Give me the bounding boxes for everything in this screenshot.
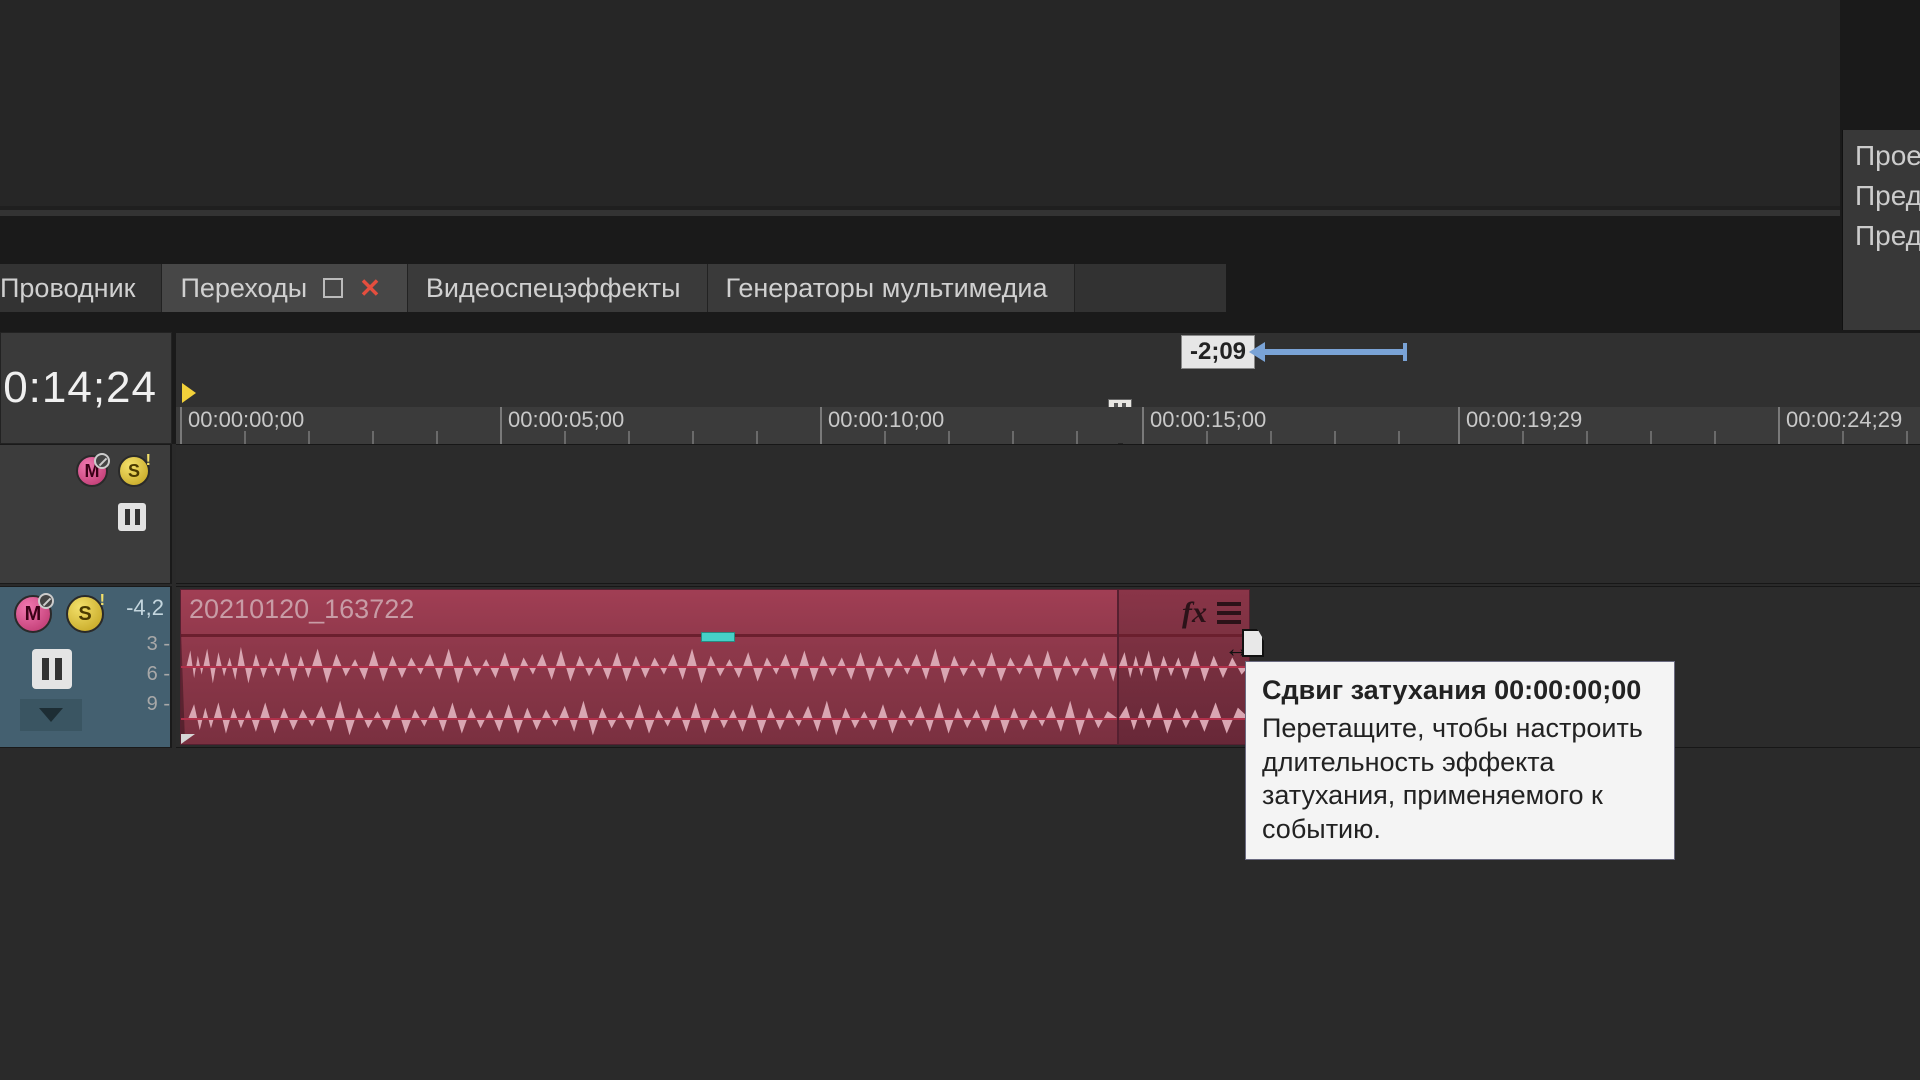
- ruler-tick: 00:00:15;00: [1142, 407, 1266, 445]
- ruler-minor-tick: [1650, 431, 1652, 445]
- ruler-minor-tick: [1076, 431, 1078, 445]
- expand-track-button[interactable]: [20, 699, 82, 731]
- tab-explorer[interactable]: Проводник: [0, 264, 162, 312]
- video-track-lane[interactable]: [176, 444, 1920, 584]
- clip-tools: fx: [1182, 596, 1241, 630]
- right-panel-line[interactable]: Прое: [1855, 136, 1920, 176]
- waveform-center-line: [181, 666, 1117, 668]
- ruler-minor-tick: [884, 431, 886, 445]
- tab-label: Генераторы мультимедиа: [726, 273, 1048, 304]
- tab-label: Проводник: [0, 273, 135, 304]
- loop-start-marker[interactable]: [182, 383, 196, 403]
- ruler-minor-tick: [308, 431, 310, 445]
- ruler-tick: 00:00:24;29: [1778, 407, 1902, 445]
- ruler-minor-tick: [1906, 431, 1908, 445]
- preview-area: [0, 0, 1840, 216]
- right-panel-line[interactable]: Пред: [1855, 176, 1920, 216]
- ruler-tick: 00:00:10;00: [820, 407, 944, 445]
- timeline-tracks: M S! M S! -4,2 3 - 6 - 9 - 20210120_1637…: [0, 444, 1920, 1080]
- preview-inner: [0, 0, 1840, 206]
- waveform-center-line: [181, 718, 1117, 720]
- waveform-right-channel: [181, 692, 1117, 744]
- mute-button[interactable]: M: [14, 595, 52, 633]
- fade-cursor-icon: ↔: [1224, 633, 1264, 663]
- waveform-left-channel: [181, 640, 1117, 692]
- ruler-minor-tick: [1842, 431, 1844, 445]
- timeline-ruler-area[interactable]: -2;09 00:00:00;00 00:00:05;00 00:00:10;0…: [176, 332, 1920, 444]
- alert-icon: !: [100, 592, 105, 610]
- volume-envelope[interactable]: [181, 634, 1117, 637]
- audio-clip-left[interactable]: 20210120_163722: [180, 589, 1118, 745]
- disabled-icon: [94, 453, 110, 469]
- ruler-tick: 00:00:19;29: [1458, 407, 1582, 445]
- waveform-center-line: [1119, 666, 1249, 668]
- ruler-minor-tick: [1270, 431, 1272, 445]
- waveform-center-line: [1119, 718, 1249, 720]
- ruler-minor-tick: [1398, 431, 1400, 445]
- ruler-minor-tick: [244, 431, 246, 445]
- clip-name: 20210120_163722: [189, 594, 414, 625]
- mute-button[interactable]: M: [76, 455, 108, 487]
- ruler-minor-tick: [1334, 431, 1336, 445]
- ruler-minor-tick: [628, 431, 630, 445]
- ruler-minor-tick: [564, 431, 566, 445]
- ruler-minor-tick: [1206, 431, 1208, 445]
- db-scale-value: 3 -: [132, 629, 170, 659]
- right-side-panel: Прое Пред Пред: [1842, 130, 1920, 330]
- tab-media-generators[interactable]: Генераторы мультимедиа: [708, 264, 1075, 312]
- ruler-tick: 00:00:05;00: [500, 407, 624, 445]
- time-ruler[interactable]: 00:00:00;00 00:00:05;00 00:00:10;00 00:0…: [176, 407, 1920, 445]
- ruler-minor-tick: [436, 431, 438, 445]
- fx-icon[interactable]: fx: [1182, 596, 1207, 630]
- audio-clip-right[interactable]: fx: [1118, 589, 1250, 745]
- ruler-minor-tick: [948, 431, 950, 445]
- tab-label: Переходы: [180, 273, 307, 304]
- detach-icon[interactable]: [323, 278, 343, 298]
- solo-button[interactable]: S!: [118, 455, 150, 487]
- video-track-header[interactable]: M S!: [0, 444, 172, 584]
- ruler-minor-tick: [1012, 431, 1014, 445]
- track-volume-label: -4,2: [126, 595, 164, 621]
- db-scale-value: 9 -: [132, 689, 170, 719]
- tab-transitions[interactable]: Переходы ✕: [162, 264, 407, 312]
- tooltip-title: Сдвиг затухания 00:00:00;00: [1262, 674, 1658, 708]
- offset-value: -2;09: [1181, 335, 1255, 369]
- disabled-icon: [38, 593, 54, 609]
- automation-button[interactable]: [118, 503, 146, 531]
- ruler-minor-tick: [1714, 431, 1716, 445]
- right-panel-line[interactable]: Пред: [1855, 216, 1920, 256]
- clip-menu-icon[interactable]: [1217, 596, 1241, 630]
- tooltip: Сдвиг затухания 00:00:00;00 Перетащите, …: [1245, 661, 1675, 860]
- db-scale: 3 - 6 - 9 -: [132, 629, 176, 719]
- tab-label: Видеоспецэффекты: [426, 273, 681, 304]
- tooltip-body: Перетащите, чтобы настроить длительность…: [1262, 712, 1658, 847]
- alert-icon: !: [146, 452, 151, 470]
- ruler-minor-tick: [692, 431, 694, 445]
- chevron-down-icon: [39, 708, 63, 722]
- db-scale-value: 6 -: [132, 659, 170, 689]
- ruler-minor-tick: [372, 431, 374, 445]
- ruler-minor-tick: [1586, 431, 1588, 445]
- audio-track-lane[interactable]: 3 - 6 - 9 - 20210120_163722: [176, 586, 1920, 748]
- loop-offset-indicator[interactable]: -2;09: [1181, 337, 1403, 367]
- ruler-tick: 00:00:00;00: [180, 407, 304, 445]
- waveform-right-channel: [1119, 692, 1249, 744]
- tab-videofx[interactable]: Видеоспецэффекты: [408, 264, 708, 312]
- media-tab-bar: Проводник Переходы ✕ Видеоспецэффекты Ге…: [0, 264, 1226, 312]
- timecode-display[interactable]: 0:14;24: [0, 332, 172, 444]
- close-icon[interactable]: ✕: [359, 273, 381, 304]
- ruler-minor-tick: [1522, 431, 1524, 445]
- ruler-minor-tick: [756, 431, 758, 445]
- offset-arrow-icon: [1263, 349, 1403, 355]
- arm-record-button[interactable]: [32, 649, 72, 689]
- solo-button[interactable]: S!: [66, 595, 104, 633]
